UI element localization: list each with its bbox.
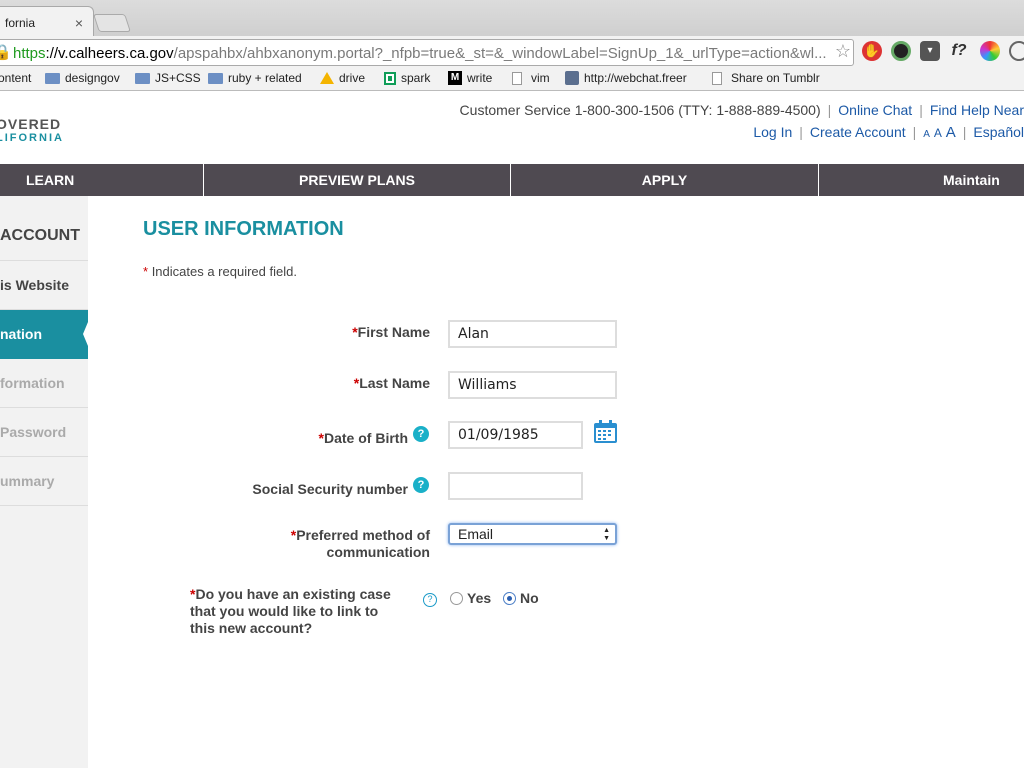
select-arrows-icon: ▲ ▼ — [603, 527, 610, 542]
sidebar-heading: ACCOUNT — [0, 196, 88, 261]
required-note: * Indicates a required field. — [143, 264, 297, 279]
address-bar[interactable]: 🔒 https://v.calheers.ca.gov/apspahbx/ahb… — [0, 39, 854, 66]
main-nav: LEARN PREVIEW PLANS APPLY Maintain — [0, 164, 1024, 196]
first-name-label: *First Name — [352, 324, 430, 340]
url-host: ://v.calheers.ca.gov — [45, 45, 174, 62]
last-name-field[interactable]: Williams — [448, 371, 617, 399]
no-label[interactable]: No — [520, 590, 539, 606]
text-size-controls[interactable]: A A A — [923, 124, 955, 141]
online-chat-link[interactable]: Online Chat — [838, 102, 912, 118]
lock-icon: 🔒 — [0, 43, 12, 61]
sidebar-item-password[interactable]: Password — [0, 408, 88, 457]
calendar-icon[interactable] — [593, 420, 618, 444]
site-header: OVERED LIFORNIA Customer Service 1-800-3… — [0, 92, 1024, 164]
bookmark-star-icon[interactable]: ☆ — [835, 41, 851, 62]
bookmark-item[interactable]: http://webchat.freer — [565, 71, 687, 85]
medium-icon: M — [448, 71, 462, 85]
browser-tab[interactable]: fornia × — [0, 6, 94, 36]
bookmark-item[interactable]: Mwrite — [448, 71, 492, 85]
login-link[interactable]: Log In — [753, 124, 792, 140]
existing-case-question: *Do you have an existing case that you wo… — [190, 586, 391, 636]
utility-links-top: Customer Service 1-800-300-1506 (TTY: 1-… — [459, 102, 1024, 118]
bookmark-item[interactable]: Share on Tumblr — [712, 71, 820, 85]
sheets-icon — [384, 71, 396, 85]
pocket-icon[interactable]: ▾ — [920, 41, 940, 61]
bookmark-item[interactable]: ruby + related — [208, 71, 302, 85]
nav-maintain[interactable]: Maintain — [819, 164, 1024, 196]
last-name-label: *Last Name — [353, 375, 430, 391]
no-radio[interactable] — [503, 592, 516, 605]
customer-service-text: Customer Service 1-800-300-1506 (TTY: 1-… — [459, 102, 821, 118]
ssn-help-icon[interactable]: ? — [413, 477, 429, 493]
color-picker-icon[interactable] — [980, 41, 1000, 61]
communication-label: *Preferred method of communication — [290, 527, 430, 560]
yes-label[interactable]: Yes — [467, 590, 491, 606]
main-content: USER INFORMATION * Indicates a required … — [88, 196, 1024, 768]
ssn-field[interactable] — [448, 472, 583, 500]
nav-preview-plans[interactable]: PREVIEW PLANS — [204, 164, 511, 196]
page-title: USER INFORMATION — [143, 218, 344, 240]
first-name-field[interactable]: Alan — [448, 320, 617, 348]
nav-apply[interactable]: APPLY — [511, 164, 819, 196]
sidebar-item-summary[interactable]: ummary — [0, 457, 88, 506]
stop-extension-icon[interactable]: ✋ — [862, 41, 882, 61]
covered-california-logo[interactable]: OVERED LIFORNIA — [0, 116, 64, 144]
yes-radio[interactable] — [450, 592, 463, 605]
bookmark-item[interactable]: spark — [384, 71, 430, 85]
sidebar-item-user-information[interactable]: nation — [0, 310, 93, 359]
folder-icon — [135, 72, 150, 84]
dob-label: *Date of Birth — [318, 430, 408, 446]
account-sidebar: ACCOUNT is Website nation formation Pass… — [0, 196, 93, 768]
nav-learn[interactable]: LEARN — [0, 164, 204, 196]
drive-icon — [320, 72, 334, 84]
folder-icon — [208, 72, 223, 84]
espanol-link[interactable]: Español — [973, 124, 1024, 140]
sidebar-item-information[interactable]: formation — [0, 359, 88, 408]
bookmark-item[interactable]: designgov — [45, 71, 120, 85]
url-scheme: https — [13, 45, 46, 62]
ssn-label: Social Security number — [252, 481, 408, 497]
communication-select[interactable]: Email ▲ ▼ — [448, 523, 617, 545]
new-tab-button[interactable] — [93, 14, 131, 32]
color-wheel-extension-icon[interactable] — [891, 41, 911, 61]
folder-icon — [45, 72, 60, 84]
close-tab-icon[interactable]: × — [75, 15, 83, 31]
tab-title: fornia — [5, 16, 36, 30]
utility-links-bottom: Log In | Create Account | A A A | Español — [753, 124, 1024, 141]
url-path: /apspahbx/ahbxanonym.portal?_nfpb=true&_… — [173, 45, 827, 62]
dob-help-icon[interactable]: ? — [413, 426, 429, 442]
page-icon — [712, 71, 722, 85]
bookmarks-bar: ontent designgov JS+CSS ruby + related d… — [0, 68, 1024, 91]
find-help-link[interactable]: Find Help Near — [930, 102, 1024, 118]
page-icon — [512, 71, 522, 85]
formula-extension-icon[interactable]: f? — [949, 41, 969, 61]
sidebar-item-website[interactable]: is Website — [0, 261, 88, 310]
dob-field[interactable]: 01/09/1985 — [448, 421, 583, 449]
create-account-link[interactable]: Create Account — [810, 124, 906, 140]
webchat-icon — [565, 71, 579, 85]
bookmark-item[interactable]: JS+CSS — [135, 71, 201, 85]
bookmark-item[interactable]: vim — [512, 71, 550, 85]
existing-case-help-icon[interactable]: ? — [423, 593, 437, 607]
browser-tab-strip: fornia × — [0, 0, 1024, 36]
menu-icon[interactable] — [1009, 41, 1024, 61]
bookmark-item[interactable]: ontent — [0, 71, 31, 85]
bookmark-item[interactable]: drive — [320, 71, 365, 85]
